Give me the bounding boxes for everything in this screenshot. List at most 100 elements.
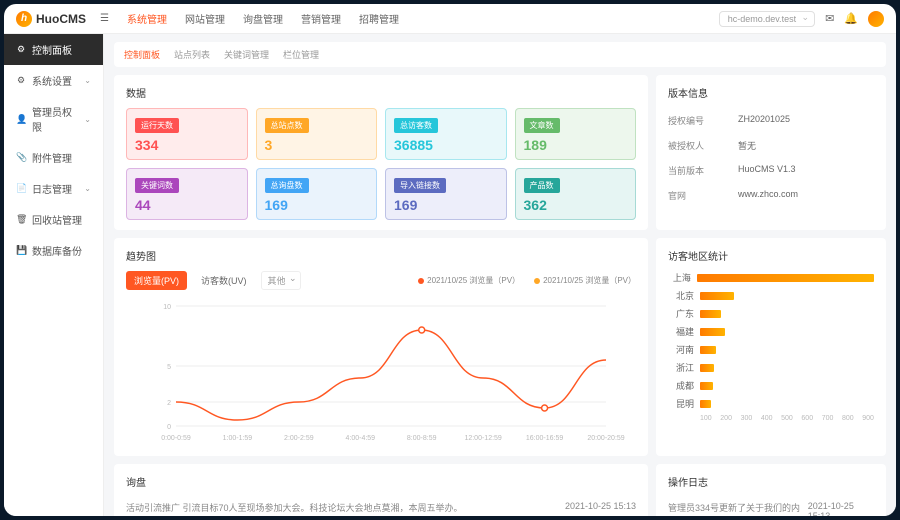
chart-title: 趋势图 [126,248,636,263]
stat-card: 总询盘数169 [256,168,378,220]
log-title: 操作日志 [668,474,874,489]
region-row: 河南 [668,343,874,356]
sidebar-item[interactable]: ⚙ 系统设置 ⌄ [4,65,103,96]
region-row: 昆明 [668,397,874,410]
sidebar-label: 系统设置 [32,73,72,88]
sidebar-label: 数据库备份 [32,243,82,258]
svg-text:2: 2 [167,400,171,407]
brand-name: HuoCMS [36,12,86,26]
stat-card: 文章数 189 [515,108,637,160]
trend-chart: 025100:00-0:591:00-1:592:00-2:594:00-4:5… [126,296,636,446]
sidebar-item[interactable]: 📄日志管理⌄ [4,173,103,204]
version-row: 被授权人暂无 [668,133,874,158]
region-row: 北京 [668,289,874,302]
topnav-item[interactable]: 询盘管理 [243,11,283,26]
collapse-icon[interactable]: ☰ [100,13,109,24]
region-bar [700,292,734,300]
sidebar-icon: ⚙ [16,44,26,55]
stat-value: 169 [394,197,498,213]
stat-card: 产品数 362 [515,168,637,220]
topnav-item[interactable]: 招聘管理 [359,11,399,26]
region-row: 上海 [668,271,874,284]
sidebar-icon: ⚙ [16,75,26,86]
topbar: h HuoCMS ☰ 系统管理 网站管理 询盘管理 营销管理 招聘管理 hc-demo.… [4,4,896,34]
log-text: 管理员334号更新了关于我们的内容。 [668,501,808,516]
breadcrumb: 控制面板 站点列表 关键词管理 栏位管理 [114,42,886,67]
sidebar-item[interactable]: ⚙ 控制面板 [4,34,103,65]
topnav-item[interactable]: 网站管理 [185,11,225,26]
region-bar [700,400,711,408]
stat-tag: 导入链接数 [394,178,446,193]
svg-text:10: 10 [163,304,171,311]
stat-tag: 文章数 [524,118,560,133]
stats-panel: 数据 运行天数334总站点数3总访客数36885文章数189关键词数44总询盘数… [114,75,648,230]
crumb-item[interactable]: 控制面板 [124,48,160,61]
legend-item: 2021/10/25 浏览量（PV） [534,275,636,286]
sidebar-icon: 🗑 [16,214,26,225]
stat-value: 189 [524,137,628,153]
region-row: 浙江 [668,361,874,374]
inquiry-panel: 询盘 活动引流推广 引流目标70人至现场参加大会。科技论坛大会地点莫湘，本周五举… [114,464,648,516]
stat-card: 导入链接数 169 [385,168,507,220]
crumb-item[interactable]: 站点列表 [174,48,210,61]
domain-select[interactable]: hc-demo.dev.test [719,11,815,27]
inquiry-title: 询盘 [126,474,636,489]
sidebar-label: 管理员权限 [32,104,78,134]
stat-value: 169 [265,197,369,213]
message-icon[interactable]: ✉ [825,12,834,25]
topnav-item[interactable]: 营销管理 [301,11,341,26]
stat-tag: 产品数 [524,178,560,193]
chart-select[interactable]: 其他 [261,271,301,290]
logo: h HuoCMS [16,11,86,27]
chevron-down-icon: ⌄ [84,76,91,85]
region-title: 访客地区统计 [668,248,874,263]
crumb-item[interactable]: 栏位管理 [283,48,319,61]
sidebar-item[interactable]: 👤管理员权限⌄ [4,96,103,142]
region-bar [700,364,714,372]
topnav-item[interactable]: 系统管理 [127,11,167,26]
svg-text:0:00-0:59: 0:00-0:59 [161,435,191,442]
stat-card: 总访客数36885 [385,108,507,160]
crumb-item[interactable]: 关键词管理 [224,48,269,61]
version-row: 授权编号ZH20201025 [668,108,874,133]
stat-card: 关键词数44 [126,168,248,220]
region-row: 成都 [668,379,874,392]
region-bar [700,310,721,318]
chart-panel: 趋势图 浏览量(PV) 访客数(UV) 其他 2021/10/25 浏览量（PV）… [114,238,648,456]
sidebar-label: 控制面板 [32,42,72,57]
sidebar-label: 附件管理 [32,150,72,165]
stat-tag: 关键词数 [135,178,179,193]
stat-tag: 总站点数 [265,118,309,133]
stat-card: 运行天数334 [126,108,248,160]
region-panel: 访客地区统计 上海北京广东福建河南浙江成都昆明 1002003004005006… [656,238,886,456]
sidebar-item[interactable]: 🗑回收站管理 [4,204,103,235]
bell-icon[interactable]: 🔔 [844,12,858,25]
svg-text:20:00-20:59: 20:00-20:59 [587,435,624,442]
stat-card: 总站点数 3 [256,108,378,160]
chevron-down-icon: ⌄ [84,115,91,124]
stat-value: 362 [524,197,628,213]
region-bar [700,346,716,354]
log-time: 2021-10-25 15:13 [808,501,874,516]
stat-value: 334 [135,137,239,153]
inquiry-time: 2021-10-25 15:13 [565,501,636,514]
svg-text:8:00-8:59: 8:00-8:59 [407,435,437,442]
sidebar: ⚙控制面板⚙系统设置⌄👤管理员权限⌄📎附件管理📄日志管理⌄🗑回收站管理💾数据库备… [4,34,104,516]
region-bar [697,274,874,282]
sidebar-icon: 📄 [16,183,26,194]
chevron-down-icon: ⌄ [84,184,91,193]
svg-text:2:00-2:59: 2:00-2:59 [284,435,314,442]
avatar[interactable] [868,11,884,27]
main-content: 控制面板站点列表关键词管理栏位管理 数据 运行天数334总站点数3总访客数368… [104,34,896,516]
chart-tab[interactable]: 浏览量(PV) [126,271,187,290]
sidebar-item[interactable]: 💾数据库备份 [4,235,103,266]
sidebar-item[interactable]: 📎附件管理 [4,142,103,173]
logo-icon: h [16,11,32,27]
log-panel: 操作日志 管理员334号更新了关于我们的内容。 2021-10-25 15:13 [656,464,886,516]
version-row: 当前版本HuoCMS V1.3 [668,158,874,183]
top-nav: 系统管理 网站管理 询盘管理 营销管理 招聘管理 [127,11,399,26]
stat-value: 3 [265,137,369,153]
svg-text:4:00-4:59: 4:00-4:59 [345,435,375,442]
region-row: 广东 [668,307,874,320]
chart-tab[interactable]: 访客数(UV) [193,271,255,290]
